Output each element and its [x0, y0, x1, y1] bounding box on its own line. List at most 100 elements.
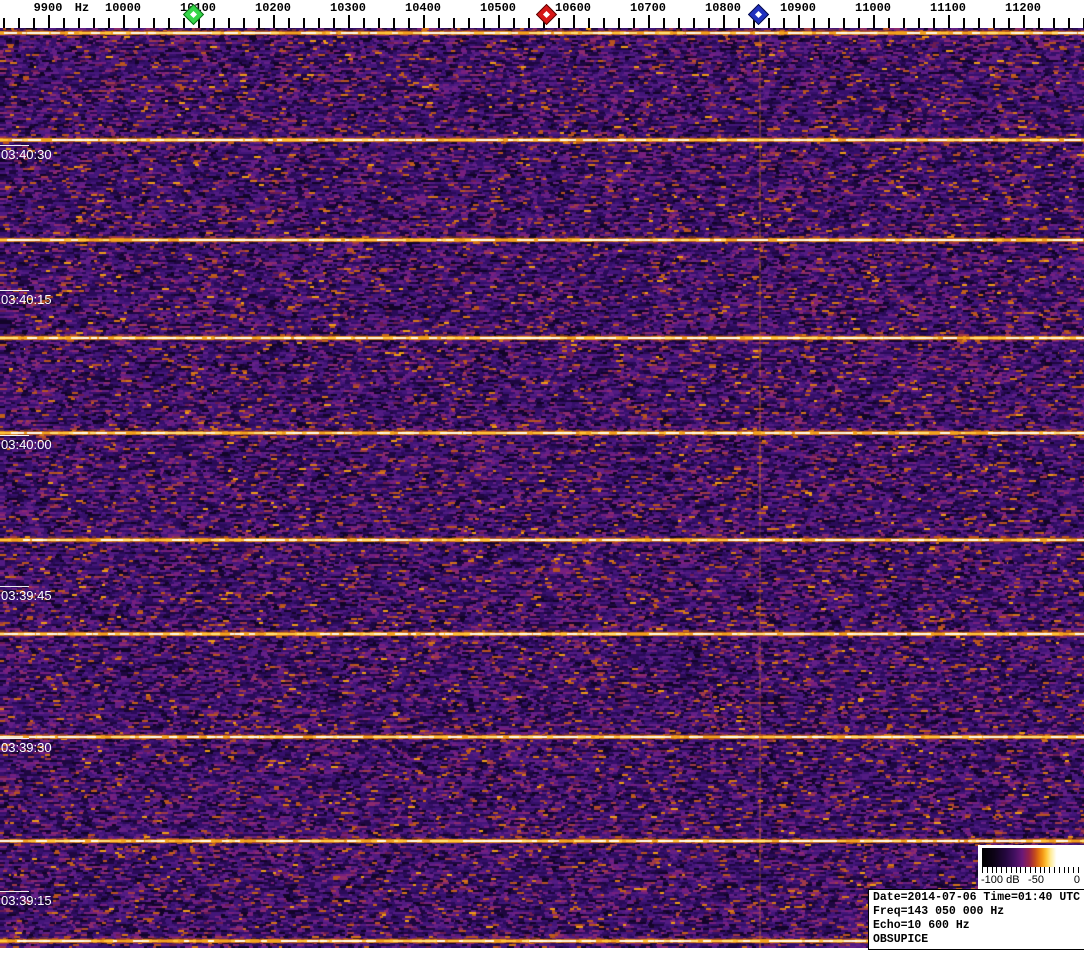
- minor-tick: [453, 18, 455, 28]
- amplitude-color-legend: -100 dB -50 0: [978, 845, 1084, 891]
- frequency-tick-label: 10000: [104, 1, 142, 15]
- minor-tick: [213, 18, 215, 28]
- legend-tick: [1058, 867, 1060, 873]
- waterfall-canvas[interactable]: [0, 28, 1084, 948]
- color-gradient-bar: [982, 848, 1080, 867]
- minor-tick: [708, 18, 710, 28]
- minor-tick: [153, 18, 155, 28]
- minor-tick: [978, 18, 980, 28]
- info-echo-frequency: Echo=10 600 Hz: [873, 919, 970, 932]
- minor-tick: [1068, 18, 1070, 28]
- marker-blue-diamond-icon[interactable]: [747, 3, 769, 26]
- frequency-tick-label: 10400: [404, 1, 442, 15]
- frequency-tick-label: 11000: [854, 1, 892, 15]
- major-tick: [1023, 15, 1025, 28]
- legend-min-db-label: -100 dB: [981, 874, 1020, 886]
- major-tick: [348, 15, 350, 28]
- frequency-tick-label: 11100: [929, 1, 967, 15]
- minor-tick: [33, 18, 35, 28]
- time-axis-label: 03:39:30: [1, 740, 52, 755]
- minor-tick: [288, 18, 290, 28]
- minor-tick: [738, 18, 740, 28]
- legend-tick: [991, 867, 993, 873]
- time-tick-mark: [0, 290, 29, 291]
- marker-center-dot: [189, 10, 197, 19]
- minor-tick: [63, 18, 65, 28]
- minor-tick: [1053, 18, 1055, 28]
- minor-tick: [108, 18, 110, 28]
- legend-tick: [1015, 867, 1017, 873]
- minor-tick: [303, 18, 305, 28]
- legend-tick: [1010, 867, 1012, 873]
- legend-tick: [986, 867, 988, 873]
- minor-tick: [3, 18, 5, 28]
- minor-tick: [258, 18, 260, 28]
- time-tick-mark: [0, 435, 29, 436]
- time-tick-mark: [0, 738, 29, 739]
- minor-tick: [78, 18, 80, 28]
- time-axis-label: 03:40:15: [1, 292, 52, 307]
- minor-tick: [513, 18, 515, 28]
- major-tick: [423, 15, 425, 28]
- minor-tick: [558, 18, 560, 28]
- time-tick-mark: [0, 891, 29, 892]
- legend-tick: [1039, 867, 1041, 873]
- marker-red-diamond-icon[interactable]: [535, 3, 557, 26]
- minor-tick: [18, 18, 20, 28]
- legend-tick: [1054, 867, 1055, 873]
- legend-tick: [1044, 867, 1046, 873]
- legend-tick: [1073, 867, 1075, 873]
- frequency-tick-label: 10500: [479, 1, 517, 15]
- legend-tick: [1049, 867, 1051, 873]
- minor-tick: [618, 18, 620, 28]
- minor-tick: [318, 18, 320, 28]
- major-tick: [273, 15, 275, 28]
- legend-tick: [1063, 867, 1065, 873]
- minor-tick: [1008, 18, 1010, 28]
- legend-tick: [1020, 867, 1022, 873]
- major-tick: [48, 15, 50, 28]
- legend-tick: [1025, 867, 1027, 873]
- minor-tick: [438, 18, 440, 28]
- waterfall-spectrogram[interactable]: 03:40:30 03:40:15 03:40:00 03:39:45 03:39:30…: [0, 28, 1084, 948]
- minor-tick: [678, 18, 680, 28]
- info-date-time: Date=2014-07-06 Time=01:40 UTC: [873, 891, 1081, 904]
- time-axis-label: 03:40:30: [1, 147, 52, 162]
- info-station-name: OBSUPICE: [873, 933, 929, 946]
- legend-mid-db-label: -50: [1028, 874, 1044, 886]
- minor-tick: [228, 18, 230, 28]
- minor-tick: [633, 18, 635, 28]
- legend-tick: [996, 867, 998, 873]
- minor-tick: [1038, 18, 1040, 28]
- minor-tick: [468, 18, 470, 28]
- minor-tick: [843, 18, 845, 28]
- minor-tick: [393, 18, 395, 28]
- legend-max-db-label: 0: [1073, 874, 1080, 886]
- legend-tick: [1006, 867, 1007, 873]
- minor-tick: [693, 18, 695, 28]
- minor-tick: [888, 18, 890, 28]
- minor-tick: [183, 18, 185, 28]
- frequency-ruler[interactable]: 9900100001010010200103001040010500106001…: [0, 0, 1084, 28]
- time-axis-label: 03:39:45: [1, 588, 52, 603]
- minor-tick: [663, 18, 665, 28]
- frequency-tick-label: 10800: [704, 1, 742, 15]
- major-tick: [873, 15, 875, 28]
- minor-tick: [768, 18, 770, 28]
- info-receiver-frequency: Freq=143 050 000 Hz: [873, 905, 1005, 918]
- frequency-tick-label: 10700: [629, 1, 667, 15]
- major-tick: [948, 15, 950, 28]
- time-axis-label: 03:40:00: [1, 437, 52, 452]
- major-tick: [123, 15, 125, 28]
- minor-tick: [93, 18, 95, 28]
- major-tick: [573, 15, 575, 28]
- minor-tick: [603, 18, 605, 28]
- legend-tick: [1034, 867, 1036, 873]
- minor-tick: [588, 18, 590, 28]
- minor-tick: [963, 18, 965, 28]
- frequency-tick-label: 10600: [554, 1, 592, 15]
- legend-scale-labels: -100 dB -50 0: [978, 874, 1084, 889]
- minor-tick: [483, 18, 485, 28]
- time-tick-mark: [0, 586, 29, 587]
- minor-tick: [408, 18, 410, 28]
